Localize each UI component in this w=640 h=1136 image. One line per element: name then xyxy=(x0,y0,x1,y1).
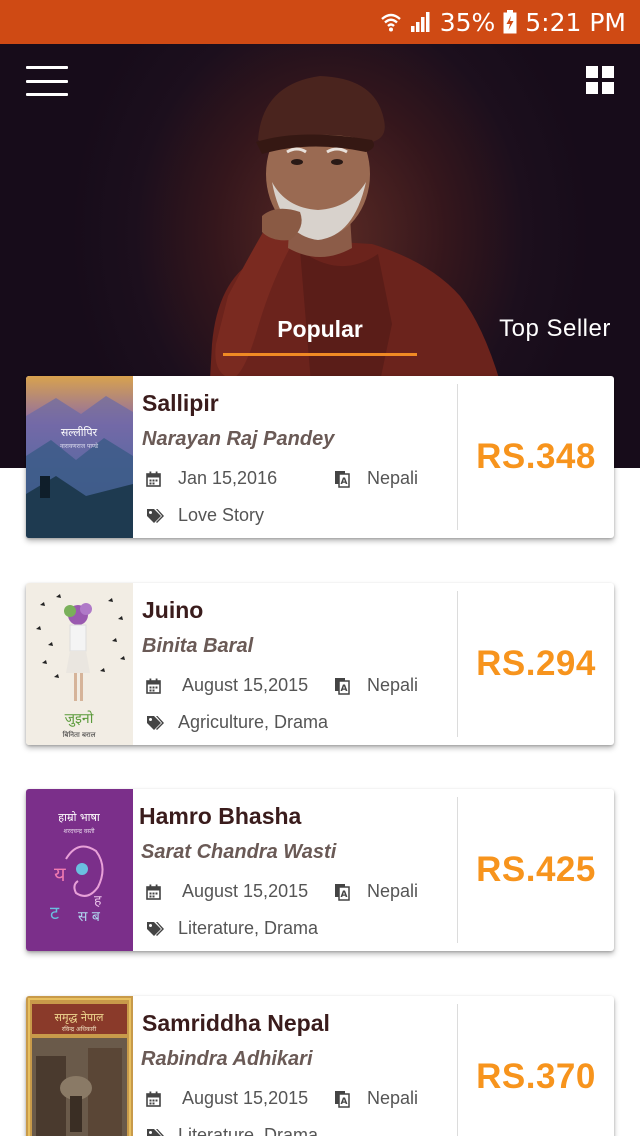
cover-title: सल्लीपिर xyxy=(61,426,98,439)
svg-text:स ब: स ब xyxy=(78,909,101,925)
book-title: Samriddha Nepal xyxy=(142,1010,330,1036)
book-card[interactable]: हाम्रो भाषा शरदचन्द्र वस्ती य ह ट स ब Ha… xyxy=(26,789,614,951)
calendar-icon xyxy=(146,678,161,699)
publish-date: August 15,2015 xyxy=(182,881,309,901)
book-author: Sarat Chandra Wasti xyxy=(141,841,337,863)
book-language: Nepali xyxy=(367,881,419,901)
book-cover: समृद्ध नेपाल रविन्द्र अधिकारी xyxy=(26,996,133,1136)
book-cover: सल्लीपिर नारायणराज पाण्डे xyxy=(26,376,133,538)
language-icon: A xyxy=(334,470,350,493)
status-time: 5:21 PM xyxy=(525,7,626,37)
tag-icon xyxy=(146,1128,164,1136)
book-card[interactable]: सल्लीपिर नारायणराज पाण्डे Sallipir Naray… xyxy=(26,376,614,538)
cover-author: नारायणराज पाण्डे xyxy=(60,442,99,450)
battery-percentage: 35% xyxy=(439,7,496,37)
svg-text:ह: ह xyxy=(94,893,102,909)
menu-icon-line xyxy=(26,66,68,69)
book-info: Hamro Bhasha Sarat Chandra Wasti August … xyxy=(139,789,456,951)
menu-icon-line xyxy=(26,79,68,83)
book-cover: जुइनो बिनिता बराल xyxy=(26,583,133,745)
language-icon: A xyxy=(334,883,350,906)
grid-view-button[interactable] xyxy=(586,66,614,94)
book-card[interactable]: जुइनो बिनिता बराल Juino Binita Baral Aug… xyxy=(26,583,614,745)
book-price: RS.425 xyxy=(476,850,596,889)
battery-charging-icon xyxy=(503,10,517,34)
book-genre: Literature, Drama xyxy=(178,1125,319,1136)
book-meta: Jan 15,2016 A Nepali xyxy=(142,468,456,492)
grid-icon-cell xyxy=(586,82,598,94)
status-bar: 35% 5:21 PM xyxy=(0,0,640,44)
book-price: RS.348 xyxy=(476,437,596,476)
grid-icon-cell xyxy=(602,82,614,94)
tag-icon xyxy=(146,921,164,942)
book-author: Binita Baral xyxy=(142,635,254,657)
svg-text:य: य xyxy=(54,862,66,886)
book-info: Juino Binita Baral August 15,2015 A Nepa… xyxy=(142,583,456,745)
svg-text:A: A xyxy=(341,477,348,487)
signal-icon xyxy=(410,11,432,33)
svg-text:A: A xyxy=(341,1097,348,1107)
publish-date: August 15,2015 xyxy=(182,675,309,695)
book-price: RS.370 xyxy=(476,1057,596,1096)
book-meta: August 15,2015 A Nepali xyxy=(142,881,456,905)
book-cover: हाम्रो भाषा शरदचन्द्र वस्ती य ह ट स ब xyxy=(26,789,133,951)
book-title: Sallipir xyxy=(142,390,219,416)
svg-text:A: A xyxy=(341,890,348,900)
cover-title: समृद्ध नेपाल xyxy=(55,1011,105,1024)
calendar-icon xyxy=(146,471,161,492)
book-language: Nepali xyxy=(367,468,419,488)
calendar-icon xyxy=(146,1091,161,1112)
publish-date: August 15,2015 xyxy=(182,1088,309,1108)
book-author: Narayan Raj Pandey xyxy=(142,428,335,450)
book-title: Juino xyxy=(142,597,204,623)
tag-icon xyxy=(146,508,164,529)
book-genre: Agriculture, Drama xyxy=(178,712,329,732)
book-info: Sallipir Narayan Raj Pandey Jan 15,2016 … xyxy=(142,376,456,538)
cover-title: हाम्रो भाषा xyxy=(58,811,100,824)
book-language: Nepali xyxy=(367,1088,419,1108)
cover-author: बिनिता बराल xyxy=(63,730,96,739)
grid-icon-cell xyxy=(586,66,598,78)
svg-text:ट: ट xyxy=(50,903,60,924)
cover-author: रविन्द्र अधिकारी xyxy=(62,1025,97,1033)
cover-title: जुइनो xyxy=(65,710,94,727)
book-title: Hamro Bhasha xyxy=(139,803,302,829)
book-info: Samriddha Nepal Rabindra Adhikari August… xyxy=(141,996,456,1136)
menu-button[interactable] xyxy=(26,66,68,96)
menu-icon-line xyxy=(26,93,68,96)
tag-icon xyxy=(146,715,164,736)
svg-text:A: A xyxy=(341,684,348,694)
calendar-icon xyxy=(146,884,161,905)
book-meta: August 15,2015 A Nepali xyxy=(142,1088,456,1112)
wifi-icon xyxy=(380,11,402,33)
grid-icon-cell xyxy=(602,66,614,78)
book-author: Rabindra Adhikari xyxy=(141,1048,313,1070)
cover-author: शरदचन्द्र वस्ती xyxy=(63,827,95,835)
book-meta: August 15,2015 A Nepali xyxy=(142,675,456,699)
book-card[interactable]: समृद्ध नेपाल रविन्द्र अधिकारी Samriddha … xyxy=(26,996,614,1136)
book-language: Nepali xyxy=(367,675,419,695)
book-genre: Love Story xyxy=(178,505,265,525)
language-icon: A xyxy=(334,1090,350,1113)
language-icon: A xyxy=(334,677,350,700)
tab-top-seller[interactable]: Top Seller xyxy=(482,312,628,352)
tab-popular[interactable]: Popular xyxy=(223,312,417,356)
book-price: RS.294 xyxy=(476,644,596,683)
publish-date: Jan 15,2016 xyxy=(178,468,278,488)
book-genre: Literature, Drama xyxy=(178,918,319,938)
